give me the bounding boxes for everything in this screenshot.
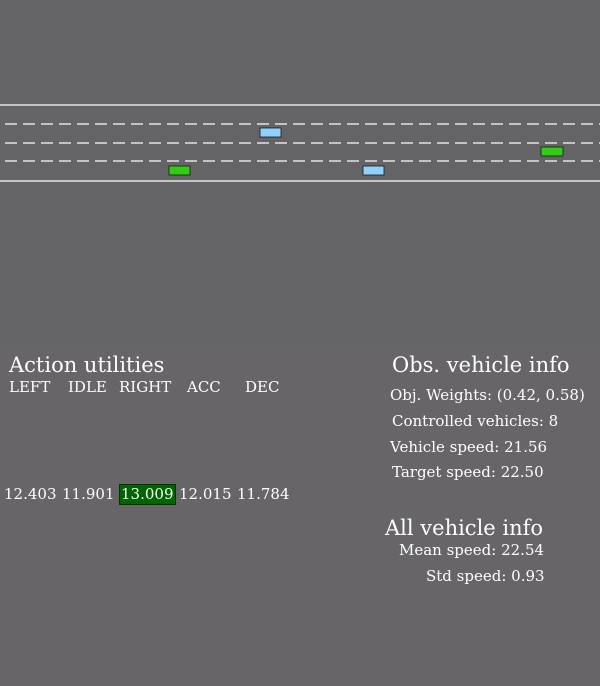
info-panel: Action utilities LEFT IDLE RIGHT ACC DEC… [0, 343, 600, 686]
utility-value-dec: 11.784 [237, 485, 290, 503]
mean-speed-text: Mean speed: 22.54 [399, 541, 545, 559]
highway-simulation [0, 0, 600, 343]
action-label-acc: ACC [187, 378, 221, 396]
utility-value-acc: 12.015 [179, 485, 232, 503]
controlled-vehicle [259, 127, 282, 138]
action-label-idle: IDLE [68, 378, 107, 396]
controlled-vehicle [362, 165, 385, 176]
action-utilities-title: Action utilities [9, 353, 165, 377]
action-label-dec: DEC [245, 378, 280, 396]
all-vehicle-info-title: All vehicle info [385, 516, 544, 540]
utility-value-idle: 11.901 [62, 485, 115, 503]
other-vehicle [168, 165, 191, 176]
target-speed-text: Target speed: 22.50 [392, 463, 544, 481]
road-view [0, 104, 600, 182]
action-label-left: LEFT [9, 378, 51, 396]
action-label-right: RIGHT [119, 378, 172, 396]
obs-vehicle-info-title: Obs. vehicle info [392, 353, 570, 377]
std-speed-text: Std speed: 0.93 [426, 567, 545, 585]
controlled-vehicles-text: Controlled vehicles: 8 [392, 412, 559, 430]
vehicle-speed-text: Vehicle speed: 21.56 [390, 438, 548, 456]
utility-value-right-best: 13.009 [119, 484, 176, 505]
obj-weights-text: Obj. Weights: (0.42, 0.58) [390, 386, 585, 404]
utility-value-left: 12.403 [4, 485, 57, 503]
other-vehicle [540, 146, 564, 157]
